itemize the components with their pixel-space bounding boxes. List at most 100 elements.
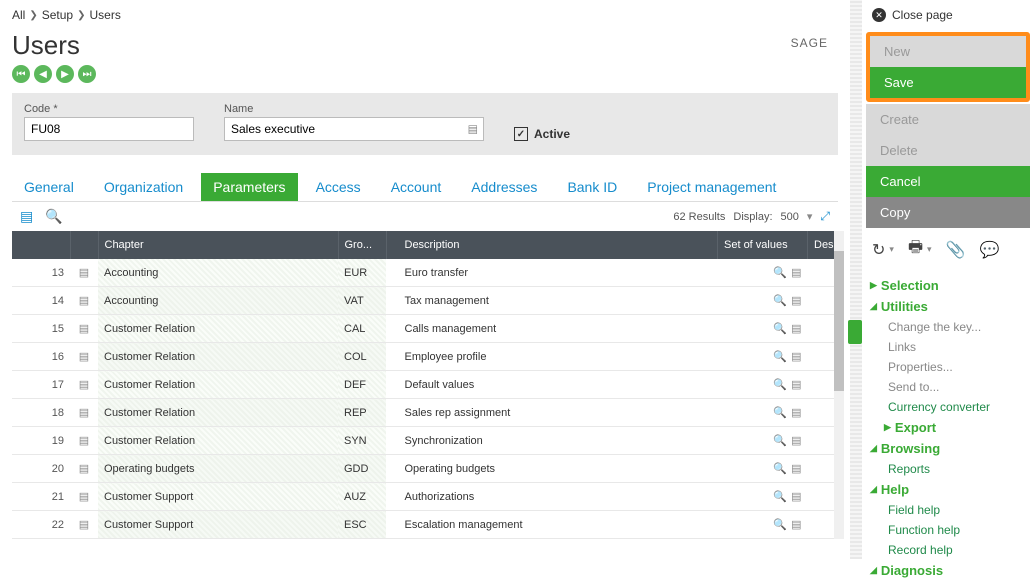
scrollbar[interactable] (834, 231, 844, 539)
menu-change-key[interactable]: Change the key... (870, 317, 1030, 337)
new-button[interactable]: New (870, 36, 1026, 67)
row-detail-icon[interactable]: ▤ (70, 511, 98, 539)
expand-icon[interactable]: ⤢ (820, 209, 830, 224)
section-help[interactable]: ◢Help (870, 479, 1030, 500)
menu-send-to[interactable]: Send to... (870, 377, 1030, 397)
card-icon[interactable]: ▤ (791, 351, 801, 363)
table-row[interactable]: 15▤Customer RelationCALCalls management🔍… (12, 315, 838, 343)
nav-prev-icon[interactable]: ◀ (34, 65, 52, 83)
attach-icon[interactable]: 📎 (946, 240, 966, 260)
lookup-icon[interactable]: 🔍 (773, 435, 787, 447)
lookup-icon[interactable]: 🔍 (773, 295, 787, 307)
table-row[interactable]: 19▤Customer RelationSYNSynchronization🔍▤ (12, 427, 838, 455)
tab-access[interactable]: Access (304, 173, 373, 201)
row-number: 22 (12, 511, 70, 539)
card-icon[interactable]: ▤ (791, 267, 801, 279)
lookup-icon[interactable]: 🔍 (773, 491, 787, 503)
col-set-of-values[interactable]: Set of values (718, 231, 808, 259)
tab-organization[interactable]: Organization (92, 173, 195, 201)
row-number: 14 (12, 287, 70, 315)
copy-button[interactable]: Copy (866, 197, 1030, 228)
card-icon[interactable]: ▤ (791, 463, 801, 475)
crumb-users[interactable]: Users (89, 8, 120, 22)
card-icon[interactable]: ▤ (791, 379, 801, 391)
lookup-icon[interactable]: 🔍 (773, 519, 787, 531)
delete-button[interactable]: Delete (866, 135, 1030, 166)
close-page[interactable]: ✕ Close page (872, 8, 1030, 22)
tab-account[interactable]: Account (379, 173, 454, 201)
table-row[interactable]: 22▤Customer SupportESCEscalation managem… (12, 511, 838, 539)
card-icon[interactable]: ▤ (791, 519, 801, 531)
lookup-icon[interactable]: 🔍 (773, 267, 787, 279)
code-input[interactable] (24, 117, 194, 141)
display-dropdown-icon[interactable]: ▾ (807, 210, 813, 223)
lookup-icon[interactable]: 🔍 (773, 379, 787, 391)
lookup-icon[interactable]: 🔍 (773, 323, 787, 335)
menu-currency-converter[interactable]: Currency converter (870, 397, 1030, 417)
row-detail-icon[interactable]: ▤ (70, 455, 98, 483)
col-description[interactable]: Description (399, 231, 718, 259)
detail-icon[interactable]: ▤ (20, 208, 33, 225)
row-detail-icon[interactable]: ▤ (70, 399, 98, 427)
row-detail-icon[interactable]: ▤ (70, 427, 98, 455)
cancel-button[interactable]: Cancel (866, 166, 1030, 197)
tab-general[interactable]: General (12, 173, 86, 201)
card-icon[interactable]: ▤ (791, 323, 801, 335)
menu-reports[interactable]: Reports (870, 459, 1030, 479)
tab-parameters[interactable]: Parameters (201, 173, 297, 201)
section-utilities[interactable]: ◢Utilities (870, 296, 1030, 317)
table-row[interactable]: 17▤Customer RelationDEFDefault values🔍▤ (12, 371, 838, 399)
nav-first-icon[interactable]: ⏮ (12, 65, 30, 83)
create-button[interactable]: Create (866, 104, 1030, 135)
section-browsing[interactable]: ◢Browsing (870, 438, 1030, 459)
menu-field-help[interactable]: Field help (870, 500, 1030, 520)
col-group[interactable]: Gro... (338, 231, 386, 259)
table-row[interactable]: 16▤Customer RelationCOLEmployee profile🔍… (12, 343, 838, 371)
menu-record-help[interactable]: Record help (870, 540, 1030, 560)
table-row[interactable]: 14▤AccountingVATTax management🔍▤ (12, 287, 838, 315)
search-icon[interactable]: 🔍 (45, 208, 62, 225)
table-row[interactable]: 21▤Customer SupportAUZAuthorizations🔍▤ (12, 483, 838, 511)
section-diagnosis[interactable]: ◢Diagnosis (870, 560, 1030, 581)
col-des[interactable]: Des (808, 231, 838, 259)
nav-next-icon[interactable]: ▶ (56, 65, 74, 83)
panel-divider[interactable] (850, 0, 862, 559)
crumb-all[interactable]: All (12, 8, 25, 22)
table-row[interactable]: 18▤Customer RelationREPSales rep assignm… (12, 399, 838, 427)
print-icon[interactable]: 🖶 (908, 236, 923, 263)
menu-properties[interactable]: Properties... (870, 357, 1030, 377)
tab-bank-id[interactable]: Bank ID (555, 173, 629, 201)
lookup-icon[interactable]: 🔍 (773, 407, 787, 419)
card-icon[interactable]: ▤ (791, 295, 801, 307)
row-detail-icon[interactable]: ▤ (70, 483, 98, 511)
name-lookup-icon[interactable]: ▤ (468, 123, 478, 136)
card-icon[interactable]: ▤ (791, 491, 801, 503)
row-detail-icon[interactable]: ▤ (70, 259, 98, 287)
lookup-icon[interactable]: 🔍 (773, 463, 787, 475)
refresh-icon[interactable]: ↻ (872, 240, 885, 260)
row-detail-icon[interactable]: ▤ (70, 315, 98, 343)
save-button[interactable]: Save (870, 67, 1026, 98)
row-detail-icon[interactable]: ▤ (70, 343, 98, 371)
table-row[interactable]: 20▤Operating budgetsGDDOperating budgets… (12, 455, 838, 483)
table-row[interactable]: 13▤AccountingEUREuro transfer🔍▤ (12, 259, 838, 287)
tab-addresses[interactable]: Addresses (459, 173, 549, 201)
menu-links[interactable]: Links (870, 337, 1030, 357)
section-export[interactable]: ▶Export (870, 417, 1030, 438)
crumb-setup[interactable]: Setup (42, 8, 73, 22)
col-chapter[interactable]: Chapter (98, 231, 338, 259)
card-icon[interactable]: ▤ (791, 435, 801, 447)
row-detail-icon[interactable]: ▤ (70, 287, 98, 315)
card-icon[interactable]: ▤ (791, 407, 801, 419)
lookup-icon[interactable]: 🔍 (773, 351, 787, 363)
row-detail-icon[interactable]: ▤ (70, 371, 98, 399)
display-value[interactable]: 500 (781, 211, 799, 223)
active-checkbox[interactable]: ✓ Active (514, 127, 570, 141)
section-selection[interactable]: ▶Selection (870, 275, 1030, 296)
menu-function-help[interactable]: Function help (870, 520, 1030, 540)
divider-grip-icon[interactable] (848, 320, 862, 344)
nav-last-icon[interactable]: ⏭ (78, 65, 96, 83)
tab-project-management[interactable]: Project management (635, 173, 788, 201)
comment-icon[interactable]: 💬 (980, 240, 1000, 260)
name-input[interactable] (224, 117, 484, 141)
